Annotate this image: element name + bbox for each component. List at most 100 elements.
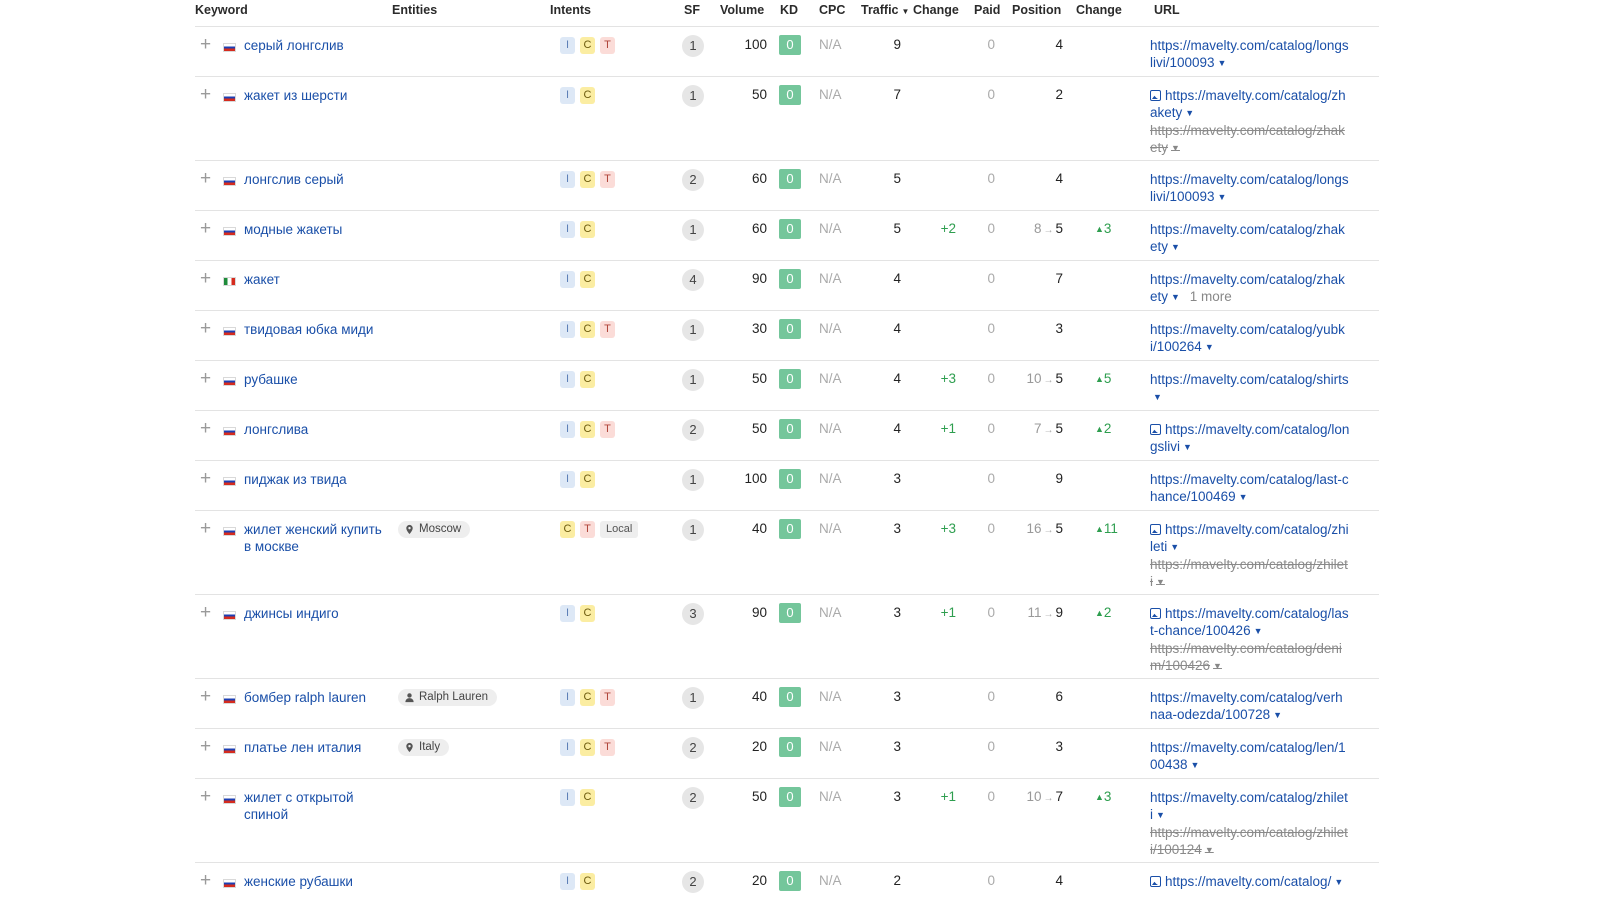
caret-down-icon[interactable]: ▼ (1188, 760, 1200, 770)
caret-down-icon[interactable]: ▼ (1270, 710, 1282, 720)
col-traffic[interactable]: Traffic ▼ (861, 3, 909, 17)
col-volume[interactable]: Volume (720, 3, 764, 17)
url-link[interactable]: https://mavelty.com/catalog/zhakety ▼ 1 m… (1150, 271, 1350, 306)
serp-features-count[interactable]: 2 (682, 787, 704, 809)
add-keyword-plus-icon[interactable]: + (200, 603, 211, 622)
caret-down-icon[interactable]: ▼ (1150, 392, 1162, 402)
previous-url-link[interactable]: https://mavelty.com/catalog/zhakety ▼ (1150, 122, 1350, 157)
add-keyword-plus-icon[interactable]: + (200, 269, 211, 288)
url-link[interactable]: https://mavelty.com/catalog/zhakety ▼ (1150, 87, 1350, 122)
caret-down-icon[interactable]: ▼ (1202, 342, 1214, 352)
caret-down-icon[interactable]: ▼ (1182, 108, 1194, 118)
serp-features-count[interactable]: 4 (682, 269, 704, 291)
caret-down-icon[interactable]: ▼ (1167, 542, 1179, 552)
entity-chip[interactable]: Italy (398, 739, 450, 756)
caret-down-icon[interactable]: ▼ (1331, 877, 1343, 887)
add-keyword-plus-icon[interactable]: + (200, 85, 211, 104)
col-sf[interactable]: SF (684, 3, 700, 17)
keyword-link[interactable]: платье лен италия (244, 739, 392, 756)
url-link[interactable]: https://mavelty.com/catalog/len/100438 ▼ (1150, 739, 1350, 774)
add-keyword-plus-icon[interactable]: + (200, 419, 211, 438)
add-keyword-plus-icon[interactable]: + (200, 219, 211, 238)
keyword-link[interactable]: жакет (244, 271, 392, 288)
serp-features-count[interactable]: 3 (682, 603, 704, 625)
caret-down-icon[interactable]: ▼ (1180, 442, 1192, 452)
keyword-link[interactable]: серый лонгслив (244, 37, 392, 54)
keyword-link[interactable]: лонгслива (244, 421, 392, 438)
serp-features-count[interactable]: 1 (682, 519, 704, 541)
keyword-link[interactable]: модные жакеты (244, 221, 392, 238)
serp-features-count[interactable]: 1 (682, 687, 704, 709)
previous-url-link[interactable]: https://mavelty.com/catalog/denim/100426… (1150, 640, 1350, 675)
add-keyword-plus-icon[interactable]: + (200, 169, 211, 188)
caret-down-icon[interactable]: ▼ (1153, 577, 1165, 587)
caret-down-icon[interactable]: ▼ (1215, 58, 1227, 68)
keyword-link[interactable]: лонгслив серый (244, 171, 392, 188)
url-link[interactable]: https://mavelty.com/catalog/longslivi/10… (1150, 37, 1350, 72)
col-intents[interactable]: Intents (550, 3, 591, 17)
url-link[interactable]: https://mavelty.com/catalog/zhileti ▼ (1150, 521, 1350, 556)
serp-features-count[interactable]: 1 (682, 319, 704, 341)
add-keyword-plus-icon[interactable]: + (200, 319, 211, 338)
serp-features-count[interactable]: 1 (682, 35, 704, 57)
caret-down-icon[interactable]: ▼ (1251, 626, 1263, 636)
add-keyword-plus-icon[interactable]: + (200, 871, 211, 890)
entity-chip[interactable]: Ralph Lauren (398, 689, 498, 706)
url-link[interactable]: https://mavelty.com/catalog/longslivi/10… (1150, 171, 1350, 206)
url-link[interactable]: https://mavelty.com/catalog/last-chance/… (1150, 471, 1350, 506)
col-url[interactable]: URL (1154, 3, 1180, 17)
url-link[interactable]: https://mavelty.com/catalog/zhileti ▼ (1150, 789, 1350, 824)
serp-features-count[interactable]: 2 (682, 871, 704, 893)
serp-features-count[interactable]: 2 (682, 169, 704, 191)
keyword-link[interactable]: жилет женский купить в москве (244, 521, 392, 555)
col-kd[interactable]: KD (780, 3, 798, 17)
more-urls-link[interactable]: 1 more (1180, 289, 1232, 304)
caret-down-icon[interactable]: ▼ (1236, 492, 1248, 502)
caret-down-icon[interactable]: ▼ (1210, 661, 1222, 671)
caret-down-icon[interactable]: ▼ (1168, 292, 1180, 302)
col-traffic-change[interactable]: Change (913, 3, 959, 17)
add-keyword-plus-icon[interactable]: + (200, 469, 211, 488)
serp-features-count[interactable]: 1 (682, 219, 704, 241)
add-keyword-plus-icon[interactable]: + (200, 35, 211, 54)
entity-chip[interactable]: Moscow (398, 521, 471, 538)
caret-down-icon[interactable]: ▼ (1168, 242, 1180, 252)
add-keyword-plus-icon[interactable]: + (200, 787, 211, 806)
caret-down-icon[interactable]: ▼ (1153, 810, 1165, 820)
previous-url-link[interactable]: https://mavelty.com/catalog/zhileti/1001… (1150, 824, 1350, 859)
serp-features-count[interactable]: 2 (682, 737, 704, 759)
col-entities[interactable]: Entities (392, 3, 437, 17)
keyword-link[interactable]: джинсы индиго (244, 605, 392, 622)
serp-features-count[interactable]: 2 (682, 419, 704, 441)
keyword-link[interactable]: жилет с открытой спиной (244, 789, 392, 823)
col-cpc[interactable]: CPC (819, 3, 845, 17)
caret-down-icon[interactable]: ▼ (1215, 192, 1227, 202)
url-link[interactable]: https://mavelty.com/catalog/verhnaa-odez… (1150, 689, 1350, 724)
col-position-change[interactable]: Change (1076, 3, 1122, 17)
url-link[interactable]: https://mavelty.com/catalog/zhakety ▼ (1150, 221, 1350, 256)
serp-features-count[interactable]: 1 (682, 469, 704, 491)
col-keyword[interactable]: Keyword (195, 3, 248, 17)
url-link[interactable]: https://mavelty.com/catalog/last-chance/… (1150, 605, 1350, 640)
keyword-link[interactable]: бомбер ralph lauren (244, 689, 392, 706)
add-keyword-plus-icon[interactable]: + (200, 519, 211, 538)
url-link[interactable]: https://mavelty.com/catalog/longslivi ▼ (1150, 421, 1350, 456)
col-position[interactable]: Position (1012, 3, 1061, 17)
previous-url-link[interactable]: https://mavelty.com/catalog/zhileti ▼ (1150, 556, 1350, 591)
keyword-link[interactable]: жакет из шерсти (244, 87, 392, 104)
add-keyword-plus-icon[interactable]: + (200, 369, 211, 388)
serp-features-count[interactable]: 1 (682, 369, 704, 391)
serp-features-count[interactable]: 1 (682, 85, 704, 107)
url-link[interactable]: https://mavelty.com/catalog/▼ (1150, 873, 1350, 891)
url-link[interactable]: https://mavelty.com/catalog/shirts ▼ (1150, 371, 1350, 406)
url-link[interactable]: https://mavelty.com/catalog/yubki/100264… (1150, 321, 1350, 356)
add-keyword-plus-icon[interactable]: + (200, 737, 211, 756)
keyword-link[interactable]: женские рубашки (244, 873, 392, 890)
keyword-link[interactable]: рубашке (244, 371, 392, 388)
add-keyword-plus-icon[interactable]: + (200, 687, 211, 706)
col-paid[interactable]: Paid (974, 3, 1000, 17)
keyword-link[interactable]: пиджак из твида (244, 471, 392, 488)
caret-down-icon[interactable]: ▼ (1202, 845, 1214, 855)
keyword-link[interactable]: твидовая юбка миди (244, 321, 392, 338)
caret-down-icon[interactable]: ▼ (1168, 143, 1180, 153)
